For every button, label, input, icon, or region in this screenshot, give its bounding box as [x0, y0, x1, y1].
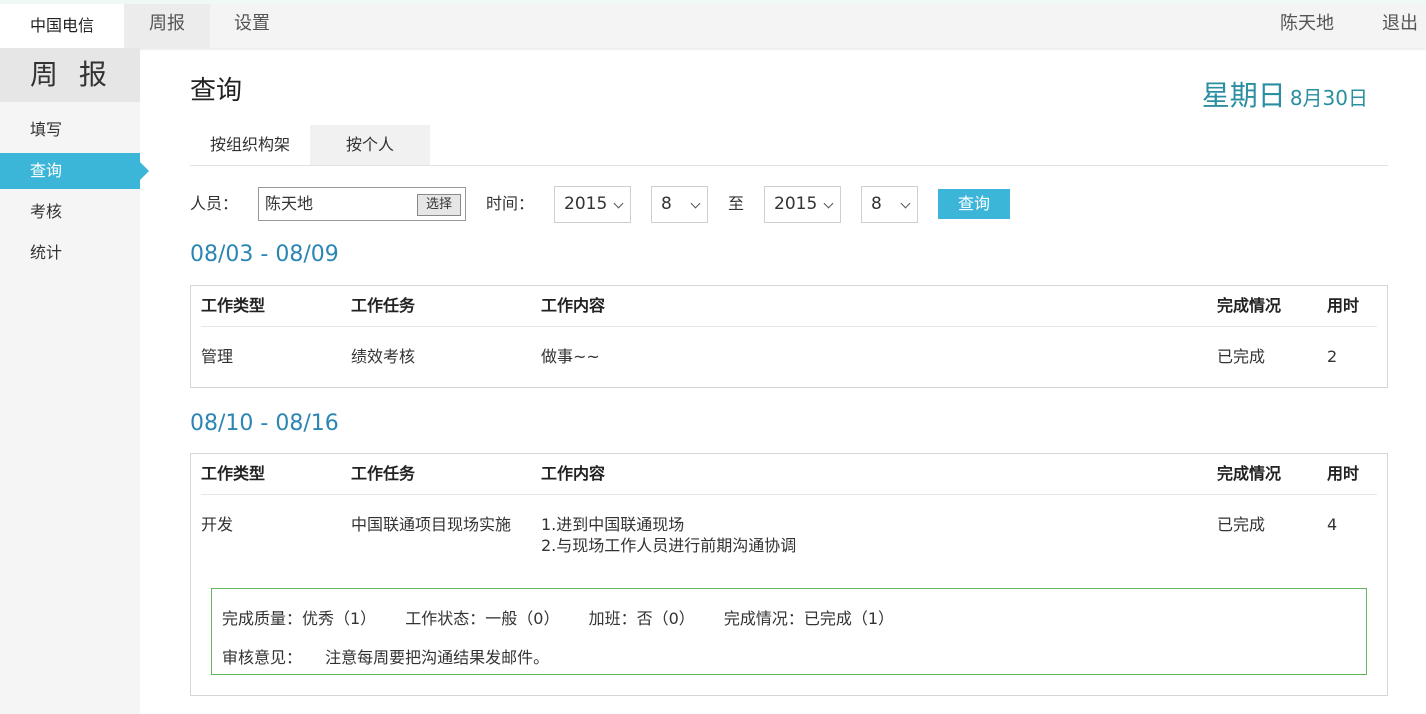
- person-value: 陈天地: [265, 194, 314, 213]
- cell-status: 已完成: [1217, 515, 1266, 534]
- from-year-value: 2015: [564, 194, 608, 214]
- week-table: 工作类型 工作任务 工作内容 完成情况 用时 管理 绩效考核 做事~~ 已完成 …: [190, 285, 1388, 388]
- nav-weekly-report[interactable]: 周报: [124, 4, 210, 48]
- nav-settings[interactable]: 设置: [210, 4, 294, 48]
- cell-hours: 2: [1327, 347, 1338, 366]
- cell-type: 管理: [201, 347, 234, 366]
- date-display: 星期日 8月30日: [1202, 74, 1368, 114]
- to-month-select[interactable]: 8: [861, 186, 918, 223]
- header-work-type: 工作类型: [201, 296, 266, 315]
- sidebar: 周 报 填写 查询 考核 统计: [0, 48, 149, 714]
- brand-logo[interactable]: 中国电信: [0, 4, 124, 48]
- from-month-select[interactable]: 8: [651, 186, 708, 223]
- from-year-select[interactable]: 2015: [554, 186, 631, 223]
- review-completion: 完成情况：已完成（1）: [723, 609, 895, 628]
- header-work-content: 工作内容: [541, 296, 606, 315]
- chevron-down-icon: [823, 198, 834, 209]
- from-month-value: 8: [661, 194, 672, 214]
- table-row: 管理 绩效考核 做事~~ 已完成 2: [201, 327, 1377, 387]
- query-button[interactable]: 查询: [938, 189, 1010, 219]
- weekday-text: 星期日: [1201, 79, 1286, 112]
- chevron-down-icon: [900, 198, 911, 209]
- top-nav: 周报 设置: [124, 4, 294, 48]
- table-row: 开发 中国联通项目现场实施 1.进到中国联通现场 2.与现场工作人员进行前期沟通…: [201, 495, 1377, 565]
- person-field[interactable]: 陈天地 选择: [258, 187, 466, 221]
- tab-by-person[interactable]: 按个人: [310, 125, 430, 165]
- cell-content: 1.进到中国联通现场 2.与现场工作人员进行前期沟通协调: [541, 514, 796, 556]
- user-area: 陈天地 退出: [1280, 4, 1426, 48]
- header-work-task: 工作任务: [351, 464, 416, 483]
- week-table: 工作类型 工作任务 工作内容 完成情况 用时 开发 中国联通项目现场实施 1.进…: [190, 453, 1388, 696]
- review-quality: 完成质量：优秀（1）: [222, 609, 377, 628]
- person-label: 人员：: [190, 194, 239, 213]
- to-month-value: 8: [871, 194, 882, 214]
- to-year-value: 2015: [774, 194, 818, 214]
- to-label: 至: [728, 194, 745, 213]
- cell-type: 开发: [201, 515, 234, 534]
- cell-task: 绩效考核: [351, 347, 416, 366]
- week-range-heading: 08/10 - 08/16: [190, 411, 339, 436]
- review-opinion-label: 审核意见：: [222, 648, 303, 667]
- review-box: 完成质量：优秀（1） 工作状态：一般（0） 加班：否（0） 完成情况：已完成（1…: [211, 588, 1367, 675]
- header-hours: 用时: [1327, 296, 1360, 315]
- review-overtime: 加班：否（0）: [588, 609, 695, 628]
- sidebar-menu: 填写 查询 考核 统计: [0, 112, 149, 271]
- header-status: 完成情况: [1217, 296, 1282, 315]
- table-header-row: 工作类型 工作任务 工作内容 完成情况 用时: [201, 286, 1377, 327]
- sidebar-item-query[interactable]: 查询: [0, 153, 149, 189]
- header-work-type: 工作类型: [201, 464, 266, 483]
- sidebar-item-review[interactable]: 考核: [0, 194, 140, 230]
- tab-by-organization[interactable]: 按组织构架: [190, 125, 310, 165]
- header-status: 完成情况: [1217, 464, 1282, 483]
- cell-status: 已完成: [1217, 347, 1266, 366]
- content-line-2: 2.与现场工作人员进行前期沟通协调: [541, 536, 797, 555]
- header-hours: 用时: [1327, 464, 1360, 483]
- sidebar-title: 周 报: [0, 48, 140, 102]
- top-bar: 中国电信 周报 设置 陈天地 退出: [0, 0, 1426, 48]
- logout-link[interactable]: 退出: [1382, 4, 1418, 48]
- content-line-1: 1.进到中国联通现场: [541, 515, 685, 534]
- header-work-task: 工作任务: [351, 296, 416, 315]
- filter-bar: 人员： 陈天地 选择 时间： 2015 8 至 2015 8 查询: [190, 186, 1388, 226]
- review-work-status: 工作状态：一般（0）: [405, 609, 560, 628]
- to-year-select[interactable]: 2015: [764, 186, 841, 223]
- date-text: 8月30日: [1289, 86, 1368, 110]
- table-header-row: 工作类型 工作任务 工作内容 完成情况 用时: [201, 454, 1377, 495]
- page-title: 查询: [190, 76, 243, 106]
- review-opinion-line: 审核意见： 注意每周要把沟通结果发邮件。: [222, 644, 549, 668]
- cell-content: 做事~~: [541, 347, 600, 366]
- query-tabs: 按组织构架 按个人: [190, 125, 1388, 166]
- user-name-link[interactable]: 陈天地: [1280, 4, 1334, 48]
- cell-hours: 4: [1327, 515, 1338, 534]
- cell-task: 中国联通项目现场实施: [351, 515, 512, 534]
- header-work-content: 工作内容: [541, 464, 606, 483]
- review-summary: 完成质量：优秀（1） 工作状态：一般（0） 加班：否（0） 完成情况：已完成（1…: [222, 605, 918, 629]
- choose-person-button[interactable]: 选择: [417, 194, 461, 216]
- chevron-down-icon: [613, 198, 624, 209]
- sidebar-item-fill[interactable]: 填写: [0, 112, 140, 148]
- time-label: 时间：: [486, 194, 535, 213]
- review-opinion-text: 注意每周要把沟通结果发邮件。: [325, 648, 550, 667]
- sidebar-item-stats[interactable]: 统计: [0, 235, 140, 271]
- chevron-down-icon: [690, 198, 701, 209]
- week-range-heading: 08/03 - 08/09: [190, 242, 339, 267]
